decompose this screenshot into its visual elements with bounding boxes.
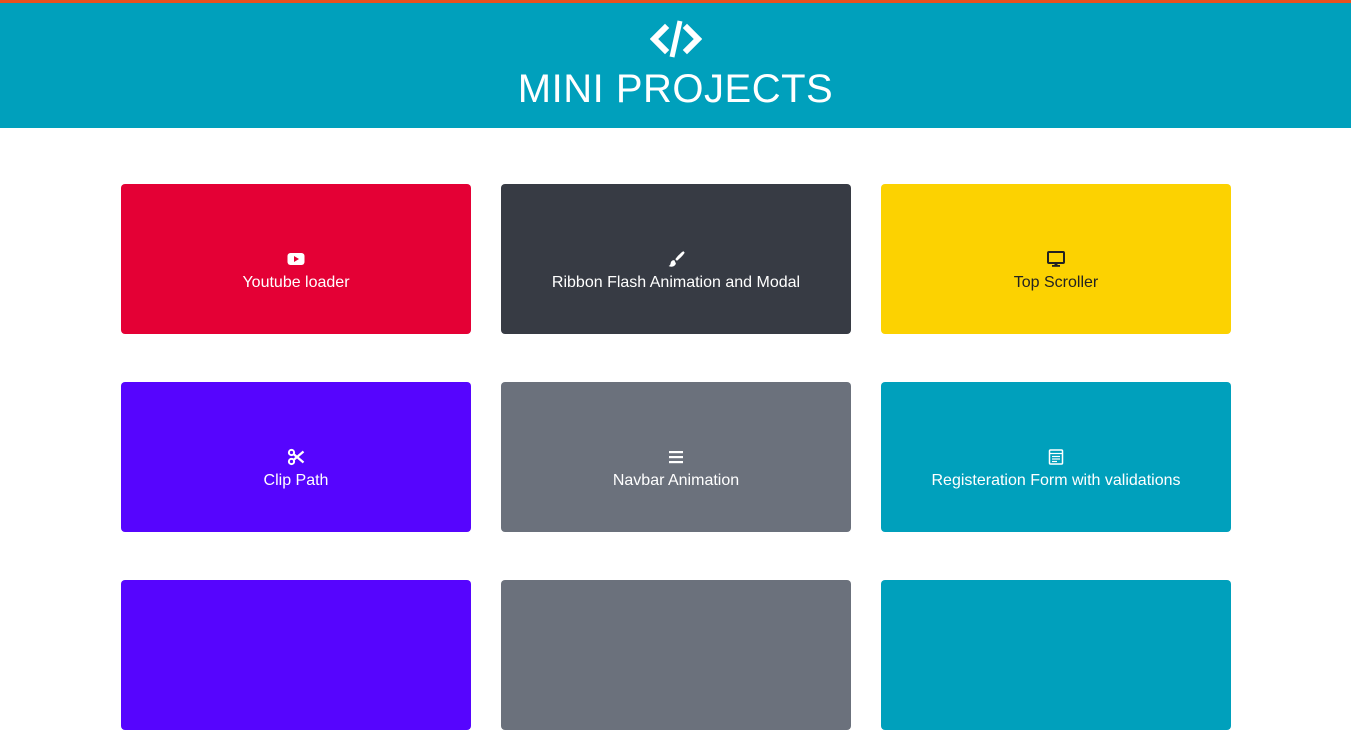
page-title: MINI PROJECTS: [517, 67, 834, 111]
project-card-registration-form[interactable]: Registeration Form with validations: [881, 382, 1231, 532]
project-card-label: Top Scroller: [1013, 273, 1099, 291]
page-header: MINI PROJECTS: [0, 3, 1351, 128]
project-card[interactable]: [121, 580, 471, 730]
project-card-top-scroller[interactable]: Top Scroller: [881, 184, 1231, 334]
project-card-label: Registeration Form with validations: [931, 471, 1181, 489]
paint-brush-icon: [668, 250, 685, 267]
scissors-icon: [287, 448, 305, 465]
code-icon: [650, 20, 702, 58]
desktop-icon: [1047, 250, 1065, 267]
youtube-icon: [287, 252, 305, 265]
project-card[interactable]: [501, 580, 851, 730]
project-card-ribbon-flash[interactable]: Ribbon Flash Animation and Modal: [501, 184, 851, 334]
project-card-label: Navbar Animation: [612, 471, 740, 489]
project-card-clip-path[interactable]: Clip Path: [121, 382, 471, 532]
project-card-label: Ribbon Flash Animation and Modal: [551, 273, 801, 291]
bars-icon: [669, 450, 683, 463]
project-card-navbar-animation[interactable]: Navbar Animation: [501, 382, 851, 532]
project-card-label: Youtube loader: [242, 273, 350, 291]
project-card[interactable]: [881, 580, 1231, 730]
form-icon: [1048, 448, 1064, 465]
project-card-label: Clip Path: [263, 471, 329, 489]
project-card-youtube-loader[interactable]: Youtube loader: [121, 184, 471, 334]
